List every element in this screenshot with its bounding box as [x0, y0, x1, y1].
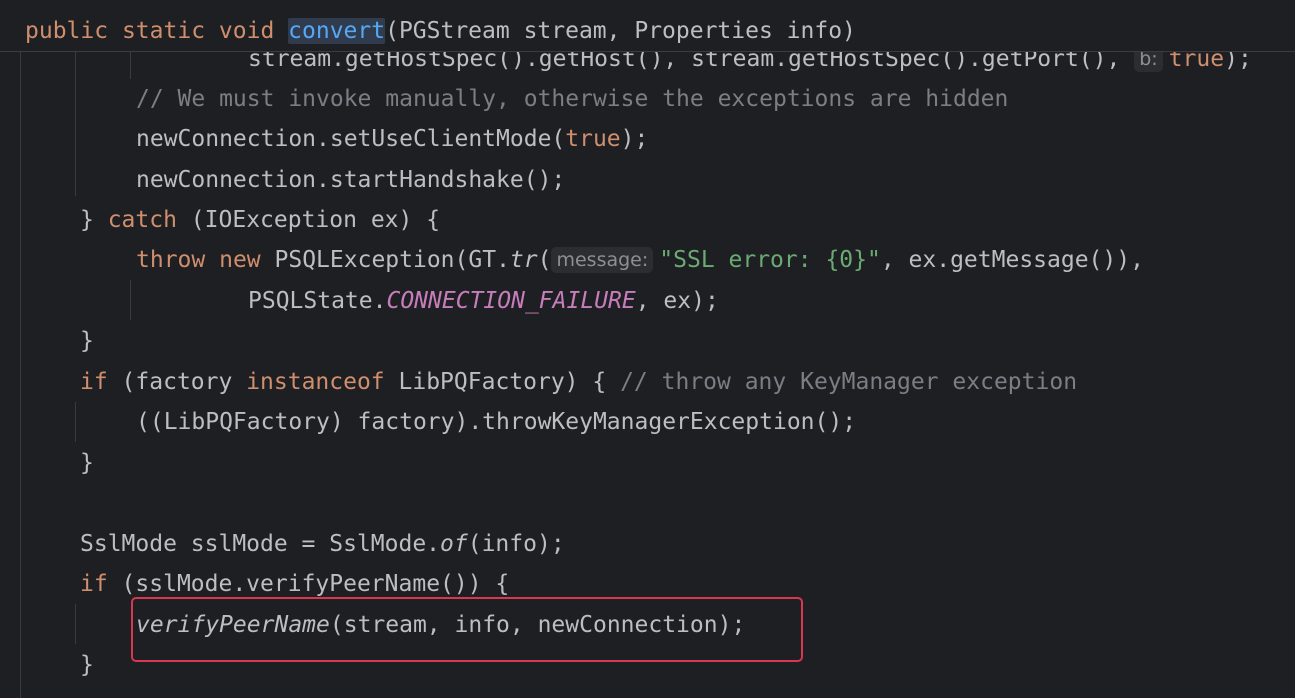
code-text: (stream, info, newConnection);: [329, 612, 746, 638]
keyword-public: public: [25, 18, 109, 44]
indent-guide: [130, 280, 131, 320]
code-text: newConnection.startHandshake();: [136, 167, 566, 193]
code-text: newConnection.setUseClientMode(: [136, 126, 566, 152]
code-line[interactable]: SslMode sslMode = SslMode.of(info);: [80, 529, 565, 559]
method-name[interactable]: convert: [288, 18, 386, 44]
indent-guide: [130, 51, 131, 79]
code-text: }: [80, 328, 94, 354]
keyword-throw: throw: [136, 247, 206, 273]
code-text: }: [80, 450, 94, 476]
keyword-new: new: [219, 247, 261, 273]
method-signature: public static void convert(PGStream stre…: [25, 16, 856, 46]
static-method: tr: [509, 247, 538, 273]
code-line[interactable]: newConnection.setUseClientMode(true);: [136, 124, 648, 154]
code-line[interactable]: }: [80, 650, 94, 680]
code-text: );: [620, 126, 649, 152]
string-literal: "SSL error: {0}": [659, 247, 881, 273]
indent-guide: [20, 51, 21, 698]
code-text: }: [80, 207, 108, 233]
code-text: , ex);: [635, 288, 719, 314]
keyword-instanceof: instanceof: [246, 369, 385, 395]
code-text: (sslMode.verifyPeerName()) {: [107, 571, 510, 597]
keyword-if: if: [80, 369, 108, 395]
code-text: PSQLException(GT.: [274, 247, 510, 273]
code-text: ((LibPQFactory) factory).throwKeyManager…: [136, 409, 857, 435]
constant-name: CONNECTION_FAILURE: [386, 288, 636, 314]
code-text: (factory: [107, 369, 247, 395]
static-method: of: [440, 531, 468, 557]
code-line[interactable]: }: [80, 448, 94, 478]
code-text: (info);: [467, 531, 565, 557]
indent-guide: [75, 51, 76, 196]
code-line[interactable]: verifyPeerName(stream, info, newConnecti…: [136, 610, 745, 640]
code-comment: // We must invoke manually, otherwise th…: [136, 86, 1009, 112]
code-text: (IOException ex) {: [176, 207, 441, 233]
indent-guide: [75, 604, 76, 644]
code-line[interactable]: // We must invoke manually, otherwise th…: [136, 84, 1008, 114]
code-text: , ex.getMessage()),: [880, 247, 1144, 273]
code-text: (: [537, 247, 552, 273]
method-params: (PGStream stream, Properties info): [385, 18, 856, 44]
code-line[interactable]: PSQLState.CONNECTION_FAILURE, ex);: [248, 286, 719, 316]
method-call: verifyPeerName: [136, 612, 330, 638]
keyword-if: if: [80, 571, 108, 597]
code-text: SslMode sslMode = SslMode.: [80, 531, 441, 557]
code-line[interactable]: if (sslMode.verifyPeerName()) {: [80, 569, 509, 599]
sticky-scroll-header[interactable]: public static void convert(PGStream stre…: [0, 0, 1295, 52]
code-text: LibPQFactory) {: [384, 369, 621, 395]
code-comment: // throw any KeyManager exception: [620, 369, 1078, 395]
parameter-hint: message:: [551, 247, 654, 273]
code-text: }: [80, 652, 94, 678]
code-line[interactable]: if (factory instanceof LibPQFactory) { /…: [80, 367, 1077, 397]
code-text: PSQLState.: [248, 288, 387, 314]
code-line[interactable]: throw new PSQLException(GT.tr(message: "S…: [136, 245, 1144, 275]
code-line[interactable]: } catch (IOException ex) {: [80, 205, 440, 235]
indent-guide: [75, 402, 76, 442]
code-line[interactable]: ((LibPQFactory) factory).throwKeyManager…: [136, 407, 856, 437]
code-editor[interactable]: public static void convert(PGStream stre…: [0, 0, 1295, 698]
keyword-catch: catch: [107, 207, 177, 233]
keyword-true: true: [565, 126, 621, 152]
code-line[interactable]: }: [80, 326, 94, 356]
keyword-void: void: [218, 18, 275, 44]
code-line[interactable]: newConnection.startHandshake();: [136, 165, 565, 195]
keyword-static: static: [121, 18, 206, 44]
